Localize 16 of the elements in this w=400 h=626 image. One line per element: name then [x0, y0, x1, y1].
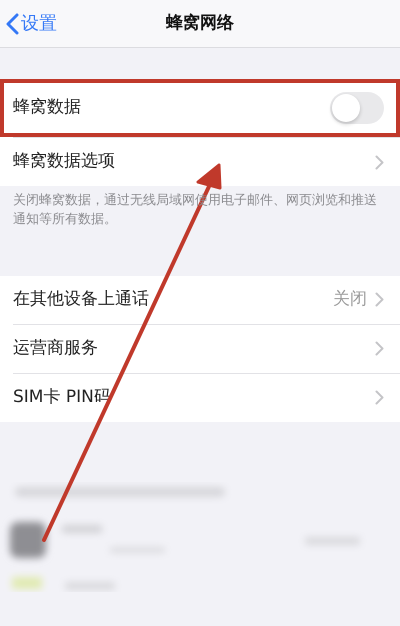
chevron-icon — [375, 390, 384, 406]
chevron-icon — [375, 341, 384, 356]
toggle-switch[interactable] — [330, 92, 384, 124]
settings-row[interactable]: 运营商服务 — [0, 324, 400, 373]
page-title: 蜂窝网络 — [166, 12, 234, 33]
settings-row[interactable]: 蜂窝数据选项 — [0, 138, 400, 186]
chevron-icon — [375, 154, 384, 170]
row-label: 在其他设备上通话 — [13, 288, 150, 311]
row-label: 蜂窝数据选项 — [13, 150, 116, 174]
row-label: 运营商服务 — [13, 336, 99, 360]
settings-row[interactable]: 在其他设备上通话 关闭 — [0, 276, 400, 324]
row-label: 蜂窝数据 — [13, 96, 82, 120]
back-button[interactable]: 设置 — [0, 10, 57, 37]
back-chevron-icon — [6, 12, 19, 34]
row-value: 关闭 — [333, 288, 367, 311]
chevron-icon — [375, 292, 384, 308]
